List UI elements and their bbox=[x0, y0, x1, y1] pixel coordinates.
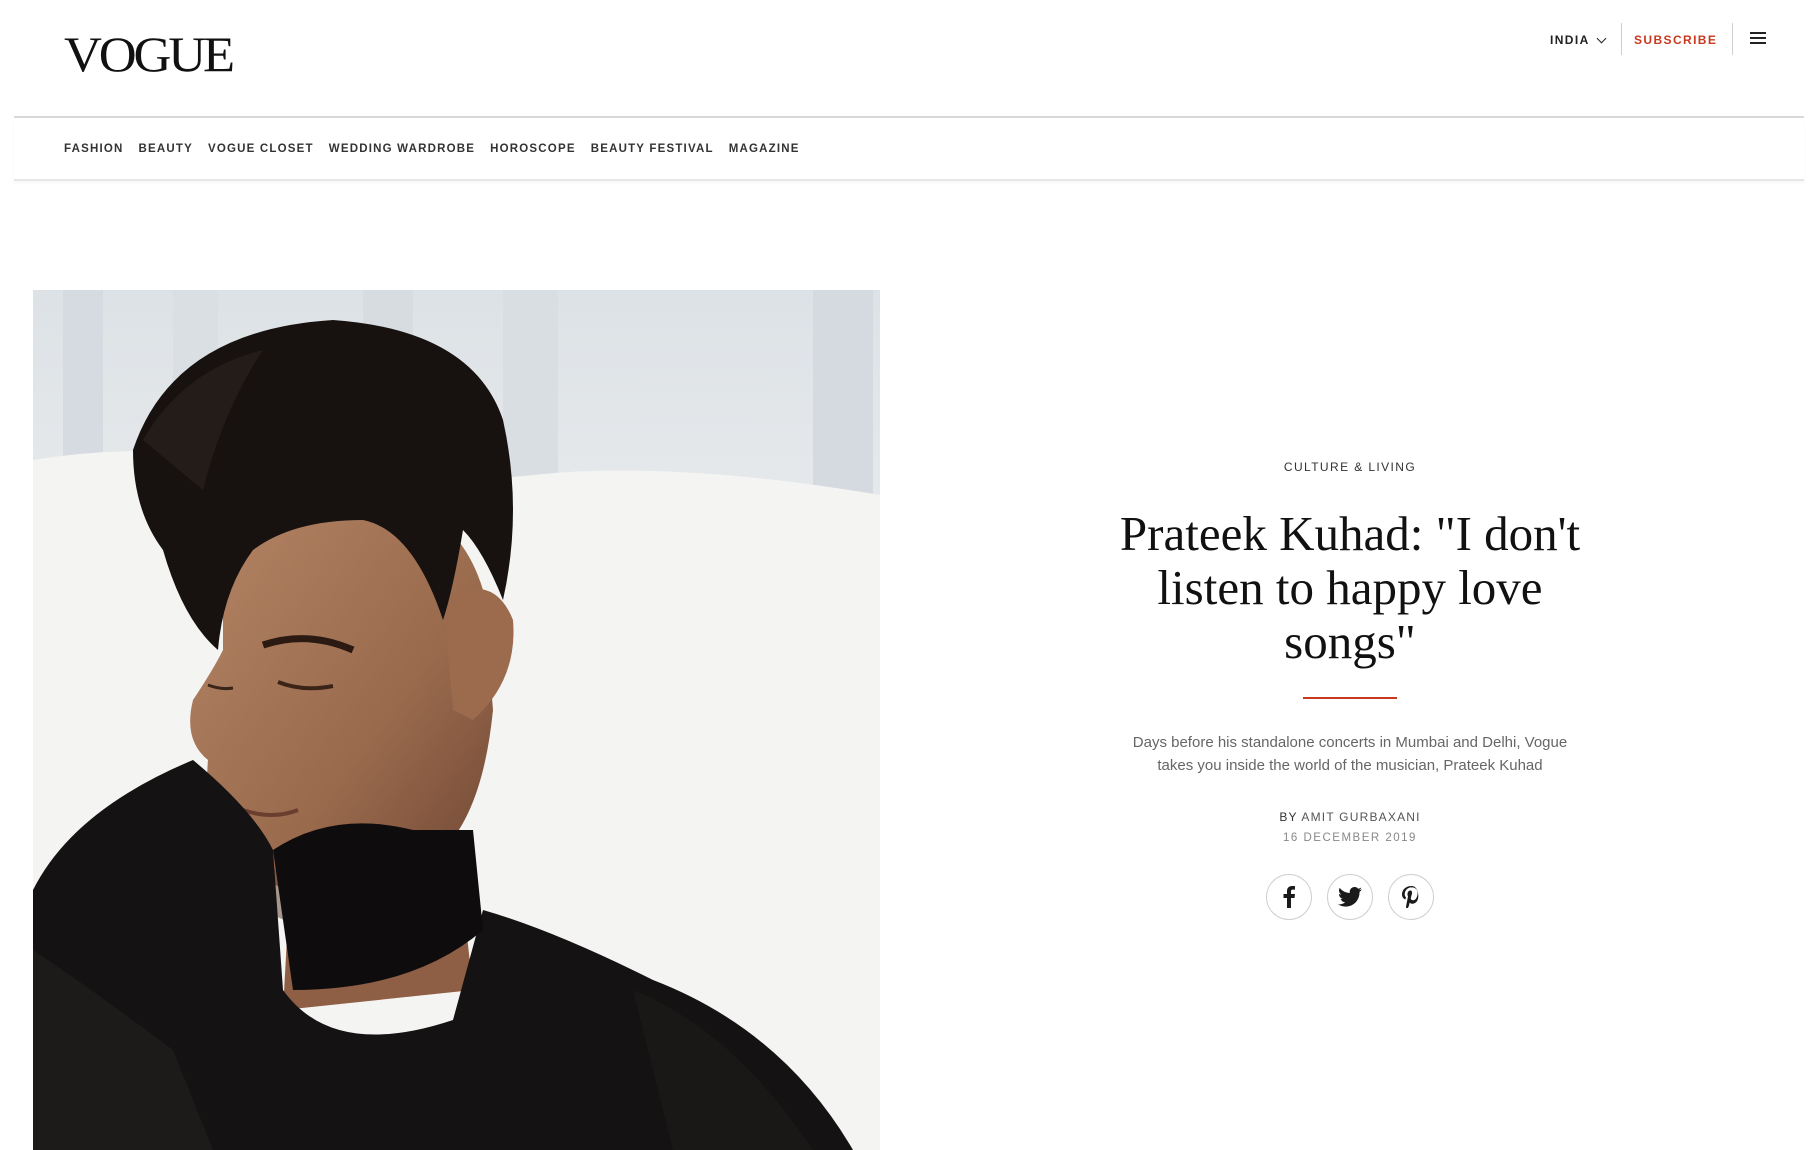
chevron-down-icon bbox=[1596, 33, 1607, 43]
share-facebook-button[interactable] bbox=[1266, 874, 1312, 920]
share-buttons bbox=[1080, 874, 1620, 920]
portrait-photo bbox=[33, 290, 880, 1150]
facebook-icon bbox=[1283, 886, 1295, 908]
nav-item-horoscope[interactable]: HOROSCOPE bbox=[490, 143, 576, 155]
divider bbox=[1732, 23, 1733, 55]
site-header: VOGUE INDIA SUBSCRIBE bbox=[14, 0, 1804, 118]
byline: BY AMIT GURBAXANI bbox=[1080, 810, 1620, 824]
nav-item-beauty[interactable]: BEAUTY bbox=[139, 143, 193, 155]
article-header: CULTURE & LIVING Prateek Kuhad: "I don't… bbox=[1080, 460, 1620, 920]
share-pinterest-button[interactable] bbox=[1388, 874, 1434, 920]
divider bbox=[1621, 23, 1622, 55]
author-link[interactable]: AMIT GURBAXANI bbox=[1301, 810, 1420, 824]
article-category[interactable]: CULTURE & LIVING bbox=[1080, 460, 1620, 474]
nav-item-wedding-wardrobe[interactable]: WEDDING WARDROBE bbox=[329, 143, 475, 155]
vogue-logo[interactable]: VOGUE bbox=[64, 28, 235, 80]
subscribe-link[interactable]: SUBSCRIBE bbox=[1634, 29, 1717, 51]
edition-label: INDIA bbox=[1550, 33, 1590, 47]
byline-prefix: BY bbox=[1279, 810, 1298, 824]
publish-date: 16 DECEMBER 2019 bbox=[1283, 832, 1417, 844]
nav-list: FASHION BEAUTY VOGUE CLOSET WEDDING WARD… bbox=[64, 143, 800, 155]
share-twitter-button[interactable] bbox=[1327, 874, 1373, 920]
nav-item-fashion[interactable]: FASHION bbox=[64, 143, 124, 155]
nav-item-beauty-festival[interactable]: BEAUTY FESTIVAL bbox=[591, 143, 714, 155]
hero-image bbox=[33, 290, 880, 1150]
nav-item-magazine[interactable]: MAGAZINE bbox=[729, 143, 800, 155]
hamburger-menu-icon[interactable] bbox=[1750, 32, 1766, 46]
pinterest-icon bbox=[1402, 886, 1419, 908]
edition-selector[interactable]: INDIA bbox=[1550, 29, 1607, 51]
main-navigation: FASHION BEAUTY VOGUE CLOSET WEDDING WARD… bbox=[14, 119, 1804, 181]
accent-divider bbox=[1303, 697, 1397, 699]
twitter-icon bbox=[1338, 887, 1362, 907]
article-dek: Days before his standalone concerts in M… bbox=[1132, 734, 1568, 774]
nav-item-vogue-closet[interactable]: VOGUE CLOSET bbox=[208, 143, 314, 155]
article-headline: Prateek Kuhad: "I don't listen to happy … bbox=[1119, 506, 1581, 669]
